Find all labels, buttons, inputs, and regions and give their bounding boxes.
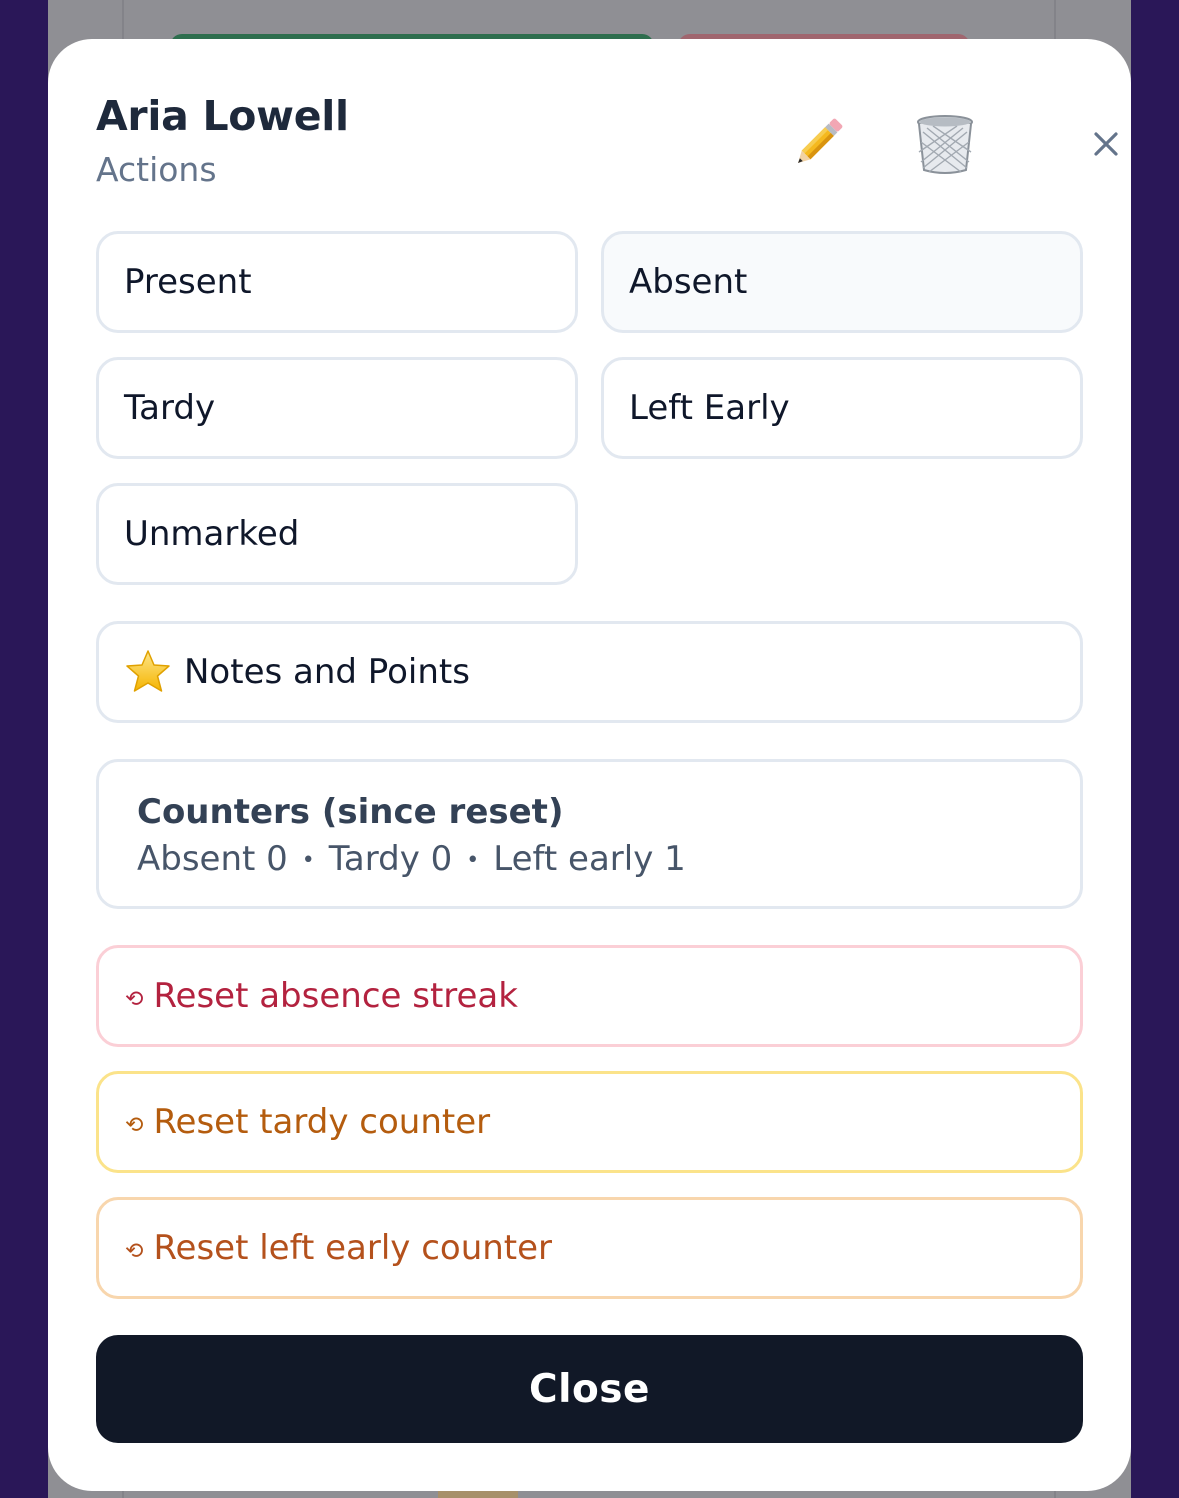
left-early-count: Left early 1 (493, 839, 686, 879)
status-label: Unmarked (124, 514, 300, 554)
reset-label: Reset left early counter (153, 1228, 553, 1268)
star-icon (126, 650, 170, 692)
close-label: Close (529, 1366, 650, 1412)
counters-summary: Absent 0 • Tardy 0 • Left early 1 (137, 834, 1080, 886)
modal-subtitle: Actions (96, 150, 217, 189)
reset-label: Reset absence streak (153, 976, 518, 1016)
notes-label: Notes and Points (184, 652, 470, 692)
status-left-early-button[interactable]: Left Early (601, 357, 1083, 459)
status-present-button[interactable]: Present (96, 231, 578, 333)
reset-tardy-counter-button[interactable]: ⟲ Reset tardy counter (96, 1071, 1083, 1173)
status-tardy-button[interactable]: Tardy (96, 357, 578, 459)
background-chip (438, 1490, 518, 1498)
close-icon (1094, 132, 1118, 156)
student-actions-modal: Aria Lowell Actions Present Absent Tardy… (48, 39, 1131, 1491)
status-absent-button[interactable]: Absent (601, 231, 1083, 333)
reset-icon: ⟲ (125, 986, 144, 1012)
status-label: Tardy (124, 388, 216, 428)
reset-icon: ⟲ (125, 1238, 144, 1264)
status-unmarked-button[interactable]: Unmarked (96, 483, 578, 585)
separator-dot: • (466, 847, 480, 873)
close-button[interactable]: Close (96, 1335, 1083, 1443)
status-label: Left Early (629, 388, 790, 428)
separator-dot: • (301, 847, 315, 873)
reset-label: Reset tardy counter (153, 1102, 491, 1142)
counters-title: Counters (since reset) (137, 792, 564, 832)
reset-left-early-counter-button[interactable]: ⟲ Reset left early counter (96, 1197, 1083, 1299)
reset-icon: ⟲ (125, 1112, 144, 1138)
student-name: Aria Lowell (96, 92, 349, 140)
delete-button[interactable] (910, 109, 980, 179)
counters-panel: Counters (since reset) Absent 0 • Tardy 0 •… (96, 759, 1083, 909)
tardy-count: Tardy 0 (328, 839, 453, 879)
status-label: Present (124, 262, 252, 302)
notes-and-points-button[interactable]: Notes and Points (96, 621, 1083, 723)
pencil-icon (798, 118, 843, 163)
absent-count: Absent 0 (137, 839, 288, 879)
status-label: Absent (629, 262, 748, 302)
edit-button[interactable] (782, 109, 852, 179)
reset-absence-streak-button[interactable]: ⟲ Reset absence streak (96, 945, 1083, 1047)
trash-icon (917, 115, 973, 174)
close-x-button[interactable] (1086, 124, 1126, 164)
